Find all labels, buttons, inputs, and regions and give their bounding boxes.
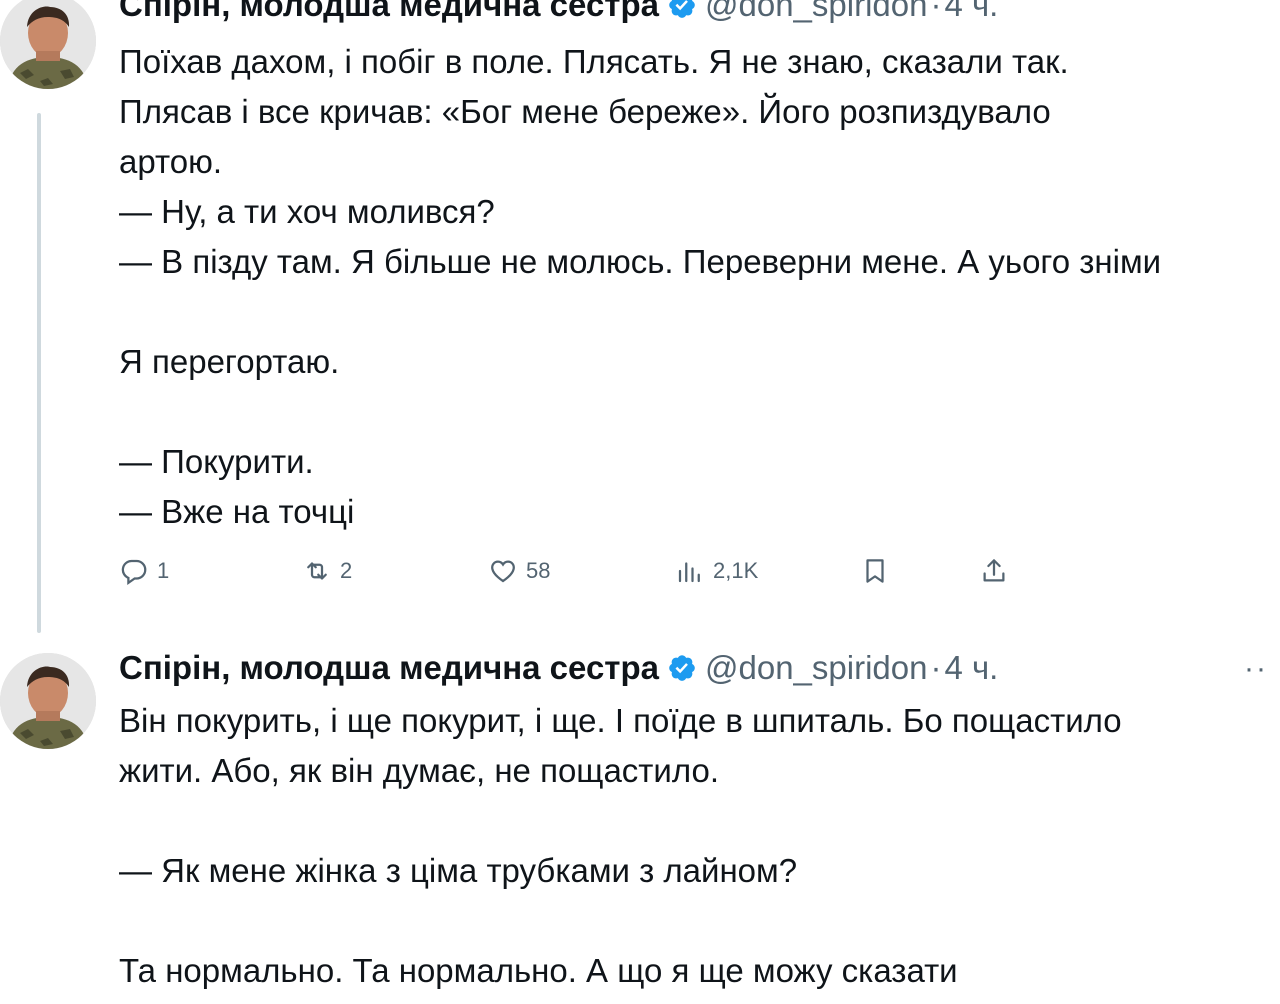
tweet-2: Спірін, молодша медична сестра @don_spir… — [0, 648, 1280, 1004]
tweet-actions: 1 2 58 2,1K — [119, 551, 1019, 591]
avatar[interactable] — [0, 653, 96, 749]
tweet-line-blank — [119, 796, 1279, 846]
tweet-line: — Покурити. — [119, 443, 314, 480]
tweet-line: Та нормально. Та нормально. А що я ще мо… — [119, 952, 958, 989]
tweet-text: Він покурить, і ще покурит, і ще. І поїд… — [119, 696, 1279, 996]
tweet-header: Спірін, молодша медична сестра @don_spir… — [119, 648, 998, 688]
author-handle[interactable]: @don_spiridon — [705, 0, 927, 25]
retweet-button[interactable]: 2 — [302, 551, 352, 591]
tweet-text: Поїхав дахом, і побіг в поле. Плясать. Я… — [119, 37, 1279, 537]
bookmark-icon — [866, 559, 884, 583]
views-button[interactable]: 2,1K — [675, 551, 758, 591]
tweet-line: Він покурить, і ще покурит, і ще. І поїд… — [119, 702, 1122, 739]
verified-badge-icon — [669, 655, 695, 681]
tweet-line-blank — [119, 387, 1279, 437]
tweet-line: — Вже на точці — [119, 493, 355, 530]
tweet-line: артою. — [119, 143, 222, 180]
tweet-line: жити. Або, як він думає, не пощастило. — [119, 752, 719, 789]
reply-count: 1 — [157, 558, 170, 583]
tweet-line: — Ну, а ти хоч молився? — [119, 193, 495, 230]
views-count: 2,1K — [713, 558, 759, 583]
tweet-line: Плясав і все кричав: «Бог мене береже». … — [119, 93, 1051, 130]
like-icon — [491, 560, 515, 583]
like-button[interactable]: 58 — [488, 551, 550, 591]
avatar[interactable] — [0, 0, 96, 89]
tweet-line-blank — [119, 896, 1279, 946]
author-name[interactable]: Спірін, молодша медична сестра — [119, 648, 659, 688]
separator-dot: · — [930, 0, 942, 23]
tweet-line-blank — [119, 287, 1279, 337]
retweet-count: 2 — [340, 558, 353, 583]
reply-button[interactable]: 1 — [119, 551, 169, 591]
author-name[interactable]: Спірін, молодша медична сестра — [119, 0, 659, 25]
tweet-1: Спірін, молодша медична сестра @don_spir… — [0, 0, 1280, 633]
tweet-line: Поїхав дахом, і побіг в поле. Плясать. Я… — [119, 43, 1069, 80]
tweet-line: — Як мене жінка з ціма трубками з лайном… — [119, 852, 798, 889]
tweet-line: Я перегортаю. — [119, 343, 340, 380]
share-button[interactable] — [979, 551, 1017, 591]
thread-line — [37, 113, 41, 633]
tweet-header: Спірін, молодша медична сестра @don_spir… — [119, 0, 998, 25]
bookmark-button[interactable] — [860, 551, 898, 591]
like-count: 58 — [526, 558, 551, 583]
retweet-icon — [307, 562, 327, 580]
verified-badge-icon — [669, 0, 695, 18]
share-icon — [983, 559, 1005, 582]
views-icon — [678, 562, 700, 583]
timestamp[interactable]: 4 ч. — [944, 648, 998, 688]
separator-dot: · — [930, 649, 942, 686]
reply-icon — [121, 559, 147, 586]
tweet-line: — В пізду там. Я більше не молюсь. Перев… — [119, 243, 1162, 280]
more-options-button[interactable]: ·· — [1244, 652, 1268, 686]
timestamp[interactable]: 4 ч. — [944, 0, 998, 25]
author-handle[interactable]: @don_spiridon — [705, 648, 927, 688]
